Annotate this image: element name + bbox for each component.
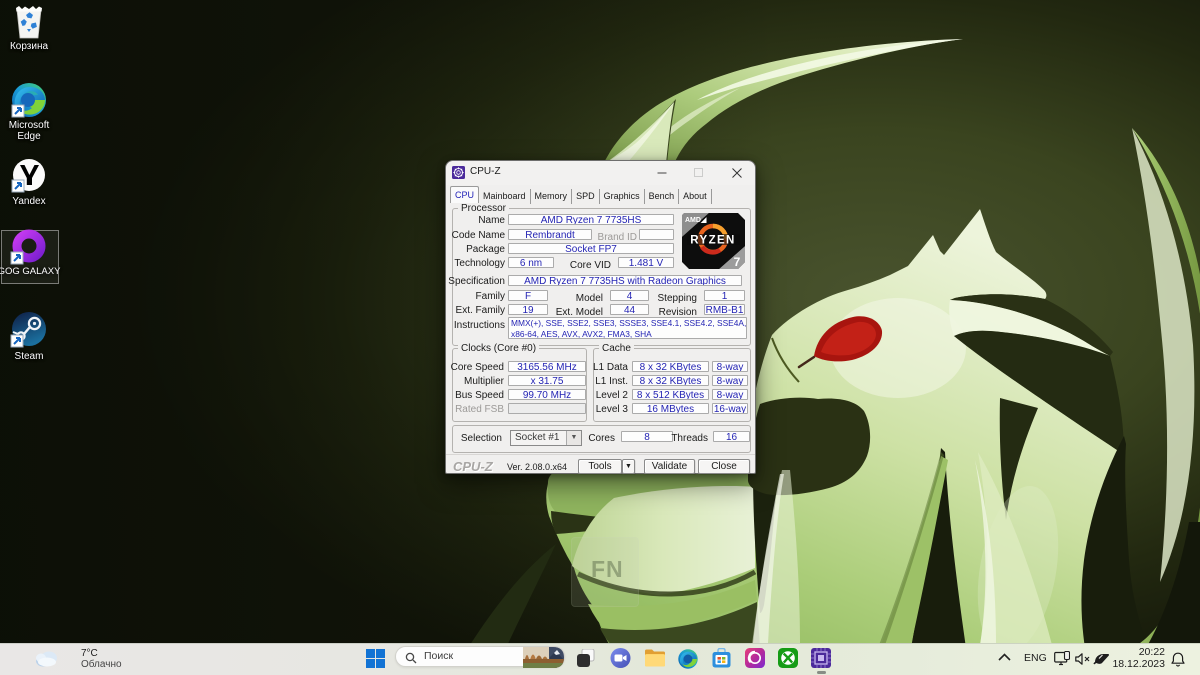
svg-text:7: 7 — [734, 255, 741, 269]
svg-text:RYZEN: RYZEN — [690, 235, 736, 247]
svg-text:AMD◢: AMD◢ — [685, 217, 707, 224]
